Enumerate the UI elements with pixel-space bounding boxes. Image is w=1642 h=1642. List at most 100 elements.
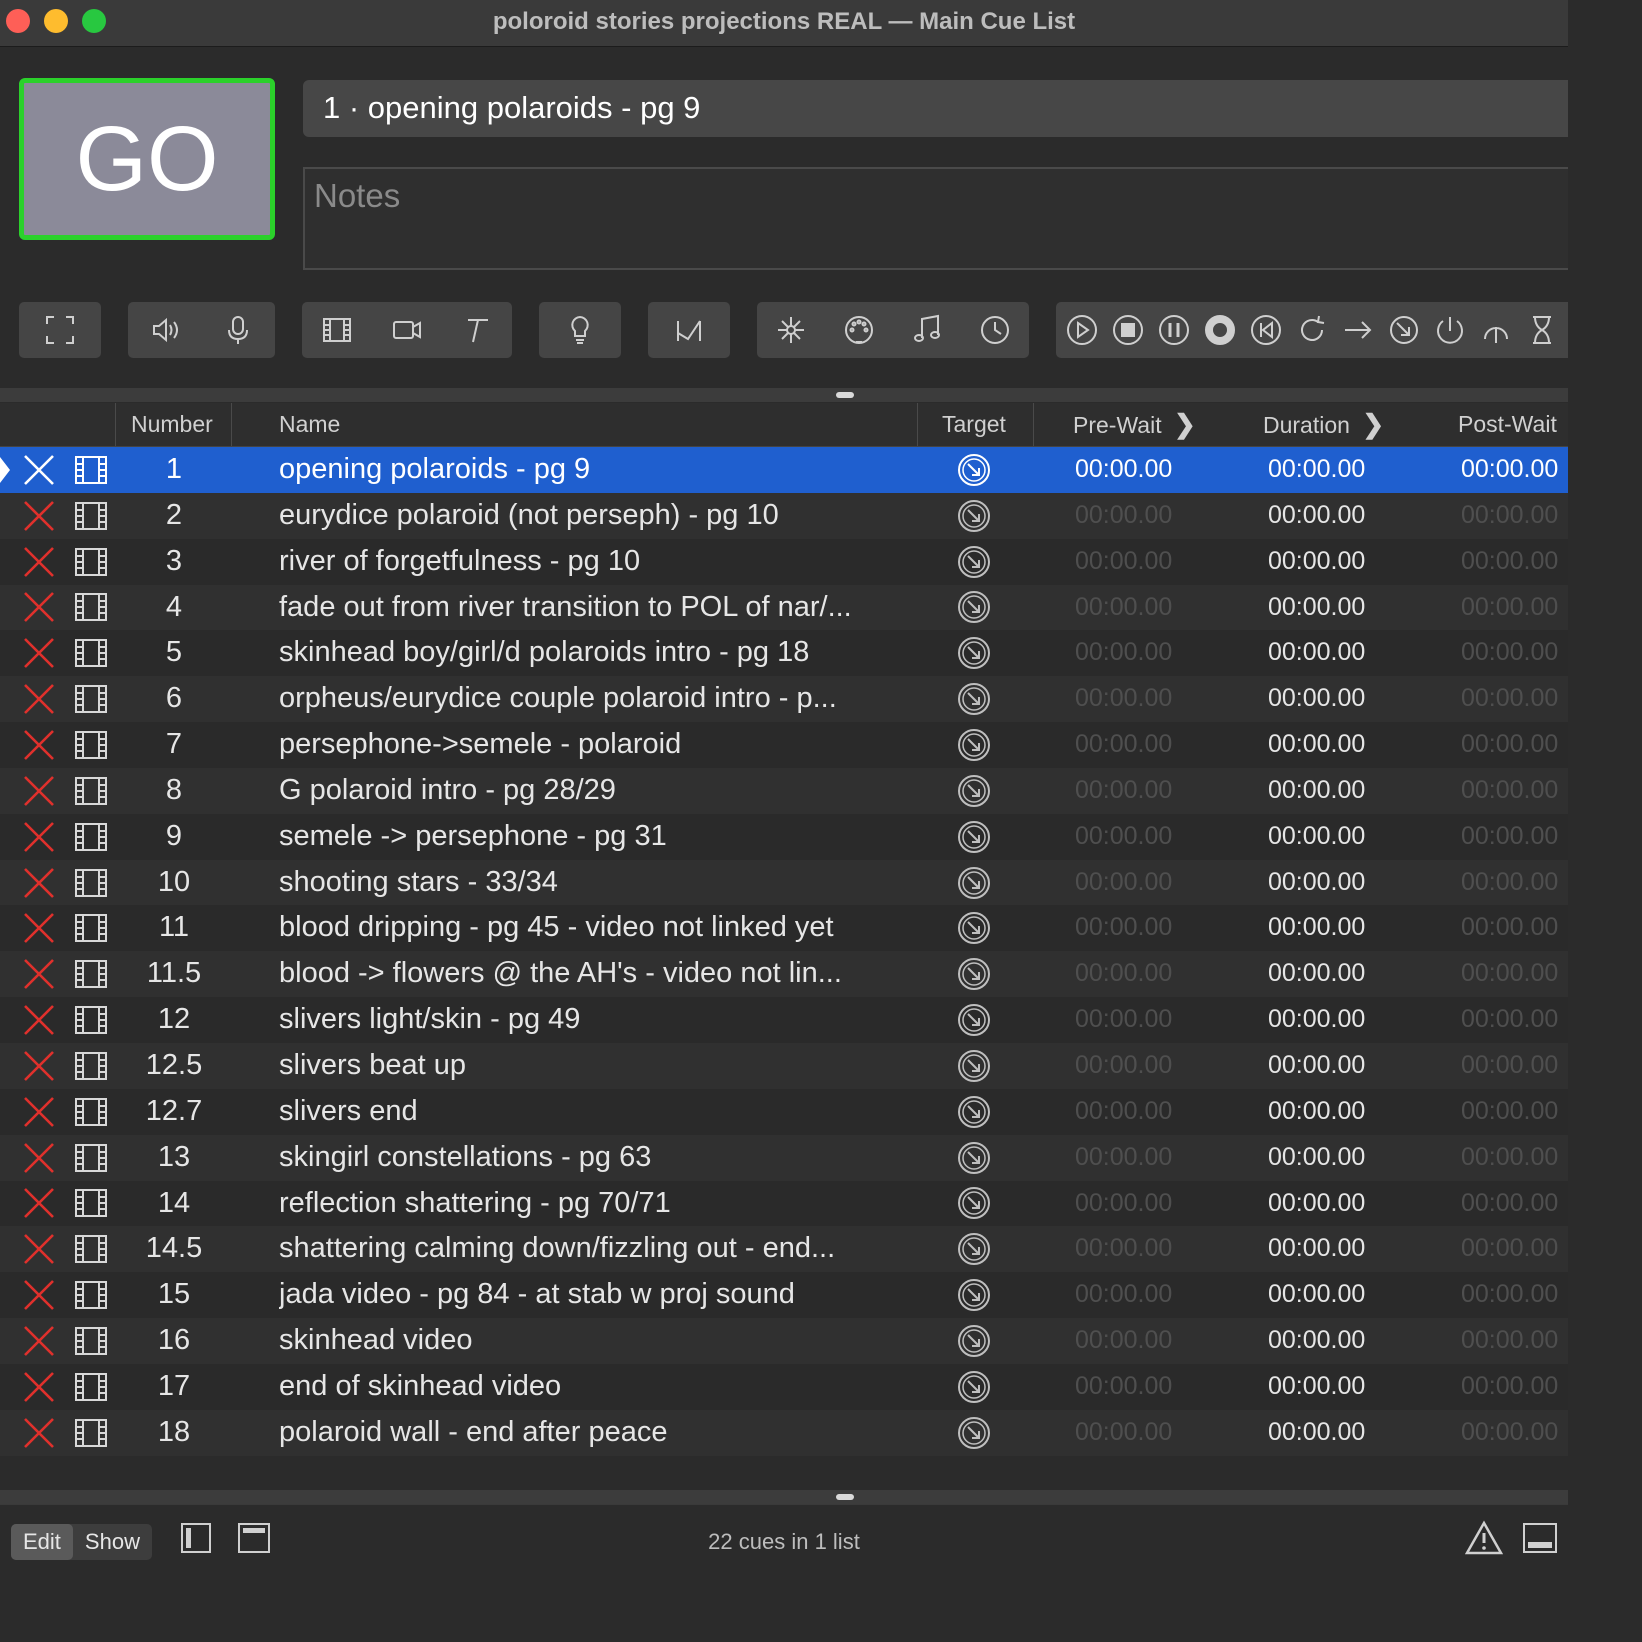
cue-post-wait[interactable]: 00:00.00 [1461,1135,1611,1181]
cue-duration[interactable]: 00:00.00 [1268,676,1418,722]
target-icon[interactable] [956,493,996,539]
devamp-icon[interactable] [1292,310,1332,350]
cue-post-wait[interactable]: 00:00.00 [1461,539,1611,585]
audio-icon[interactable] [145,310,185,350]
column-number[interactable]: Number [131,403,213,446]
cue-pre-wait[interactable]: 00:00.00 [1075,1272,1225,1318]
target-icon[interactable] [956,630,996,676]
camera-icon[interactable] [387,310,427,350]
mic-icon[interactable] [218,310,258,350]
cue-post-wait[interactable]: 00:00.00 [1461,493,1611,539]
fade-icon[interactable] [669,310,709,350]
cue-duration[interactable]: 00:00.00 [1268,1272,1418,1318]
splitter-bottom[interactable] [0,1490,1568,1504]
target-icon[interactable] [956,1364,996,1410]
cue-row[interactable]: 1 opening polaroids - pg 9 00:00.00 00:00.0… [0,447,1568,493]
cue-row[interactable]: 12.5 slivers beat up 00:00.00 00:00.00 00:00… [0,1042,1568,1089]
cue-pre-wait[interactable]: 00:00.00 [1075,814,1225,860]
column-target[interactable]: Target [942,403,1006,446]
video-icon[interactable] [317,310,357,350]
cue-duration[interactable]: 00:00.00 [1268,1226,1418,1272]
cue-pre-wait[interactable]: 00:00.00 [1075,905,1225,951]
cue-pre-wait[interactable]: 00:00.00 [1075,997,1225,1043]
goto-icon[interactable] [1338,310,1378,350]
cue-post-wait[interactable]: 00:00.00 [1461,676,1611,722]
fullscreen-icon[interactable] [40,310,80,350]
cue-pre-wait[interactable]: 00:00.00 [1075,768,1225,814]
current-cue-title[interactable]: 1 · opening polaroids - pg 9 [303,80,1568,137]
cue-row[interactable]: 8 G polaroid intro - pg 28/29 00:00.00 00:0… [0,767,1568,814]
wait-icon[interactable] [1522,310,1562,350]
cue-duration[interactable]: 00:00.00 [1268,1135,1418,1181]
warning-icon[interactable] [1464,1520,1504,1556]
cue-post-wait[interactable]: 00:00.00 [1461,722,1611,768]
target-icon[interactable] [956,905,996,951]
network-icon[interactable] [771,310,811,350]
disarm-icon[interactable] [1476,310,1516,350]
pause-icon[interactable] [1154,310,1194,350]
cue-post-wait[interactable]: 00:00.00 [1461,814,1611,860]
cue-pre-wait[interactable]: 00:00.00 [1075,1135,1225,1181]
text-icon[interactable] [457,310,497,350]
cue-duration[interactable]: 00:00.00 [1268,447,1418,493]
cue-row[interactable]: 14.5 shattering calming down/fizzling out… [0,1226,1568,1273]
cue-pre-wait[interactable]: 00:00.00 [1075,1364,1225,1410]
cue-pre-wait[interactable]: 00:00.00 [1075,1089,1225,1135]
cue-post-wait[interactable]: 00:00.00 [1461,1043,1611,1089]
splitter-top[interactable] [0,388,1568,402]
cue-pre-wait[interactable]: 00:00.00 [1075,447,1225,493]
target-icon[interactable] [956,997,996,1043]
start-icon[interactable] [1062,310,1102,350]
column-duration[interactable]: Duration ❯ [1263,403,1384,446]
cue-row[interactable]: 14 reflection shattering - pg 70/71 00:00.… [0,1180,1568,1227]
target-icon[interactable] [956,585,996,631]
cue-post-wait[interactable]: 00:00.00 [1461,951,1611,997]
splitter-grip-bottom[interactable] [836,1494,854,1500]
cue-post-wait[interactable]: 00:00.00 [1461,1226,1611,1272]
cue-row[interactable]: 17 end of skinhead video 00:00.00 00:00.00 0… [0,1363,1568,1410]
cue-duration[interactable]: 00:00.00 [1268,493,1418,539]
cue-row[interactable]: 5 skinhead boy/girl/d polaroids intro - p… [0,630,1568,677]
target-icon[interactable] [956,1226,996,1272]
cue-duration[interactable]: 00:00.00 [1268,768,1418,814]
cue-post-wait[interactable]: 00:00.00 [1461,585,1611,631]
midi-icon[interactable] [839,310,879,350]
cue-row[interactable]: 10 shooting stars - 33/34 00:00.00 00:00.00… [0,859,1568,906]
toggle-panel-icon[interactable] [1522,1522,1558,1554]
cue-duration[interactable]: 00:00.00 [1268,1410,1418,1456]
notes-field[interactable]: Notes [303,167,1568,270]
target-icon[interactable] [956,814,996,860]
cue-post-wait[interactable]: 00:00.00 [1461,1089,1611,1135]
target-icon[interactable] [956,539,996,585]
cue-duration[interactable]: 00:00.00 [1268,722,1418,768]
cue-row[interactable]: 12 slivers light/skin - pg 49 00:00.00 00:0… [0,997,1568,1043]
target-icon[interactable] [956,1089,996,1135]
arm-icon[interactable] [1430,310,1470,350]
target-icon[interactable] [956,768,996,814]
cue-row[interactable]: 13 skingirl constellations - pg 63 00:00.0… [0,1134,1568,1181]
target-icon[interactable] [956,676,996,722]
go-button[interactable]: GO [19,78,275,240]
cue-duration[interactable]: 00:00.00 [1268,1318,1418,1364]
cue-duration[interactable]: 00:00.00 [1268,585,1418,631]
cue-duration[interactable]: 00:00.00 [1268,1181,1418,1227]
target-icon[interactable] [956,447,996,493]
target-icon[interactable] [956,1135,996,1181]
cue-duration[interactable]: 00:00.00 [1268,1089,1418,1135]
column-pre-wait[interactable]: Pre-Wait ❯ [1073,403,1196,446]
music-icon[interactable] [907,310,947,350]
cue-row[interactable]: 11.5 blood -> flowers @ the AH's - video … [0,951,1568,998]
cue-post-wait[interactable]: 00:00.00 [1461,1181,1611,1227]
cue-row[interactable]: 15 jada video - pg 84 - at stab w proj so… [0,1272,1568,1319]
target-icon[interactable] [956,860,996,906]
cue-duration[interactable]: 00:00.00 [1268,997,1418,1043]
target-icon[interactable] [956,1272,996,1318]
cue-duration[interactable]: 00:00.00 [1268,1043,1418,1089]
cue-duration[interactable]: 00:00.00 [1268,905,1418,951]
cue-row[interactable]: 11 blood dripping - pg 45 - video not lin… [0,905,1568,952]
cue-post-wait[interactable]: 00:00.00 [1461,1410,1611,1456]
cue-duration[interactable]: 00:00.00 [1268,951,1418,997]
splitter-grip-top[interactable] [836,392,854,398]
cue-post-wait[interactable]: 00:00.00 [1461,1318,1611,1364]
target-icon[interactable] [956,1410,996,1456]
